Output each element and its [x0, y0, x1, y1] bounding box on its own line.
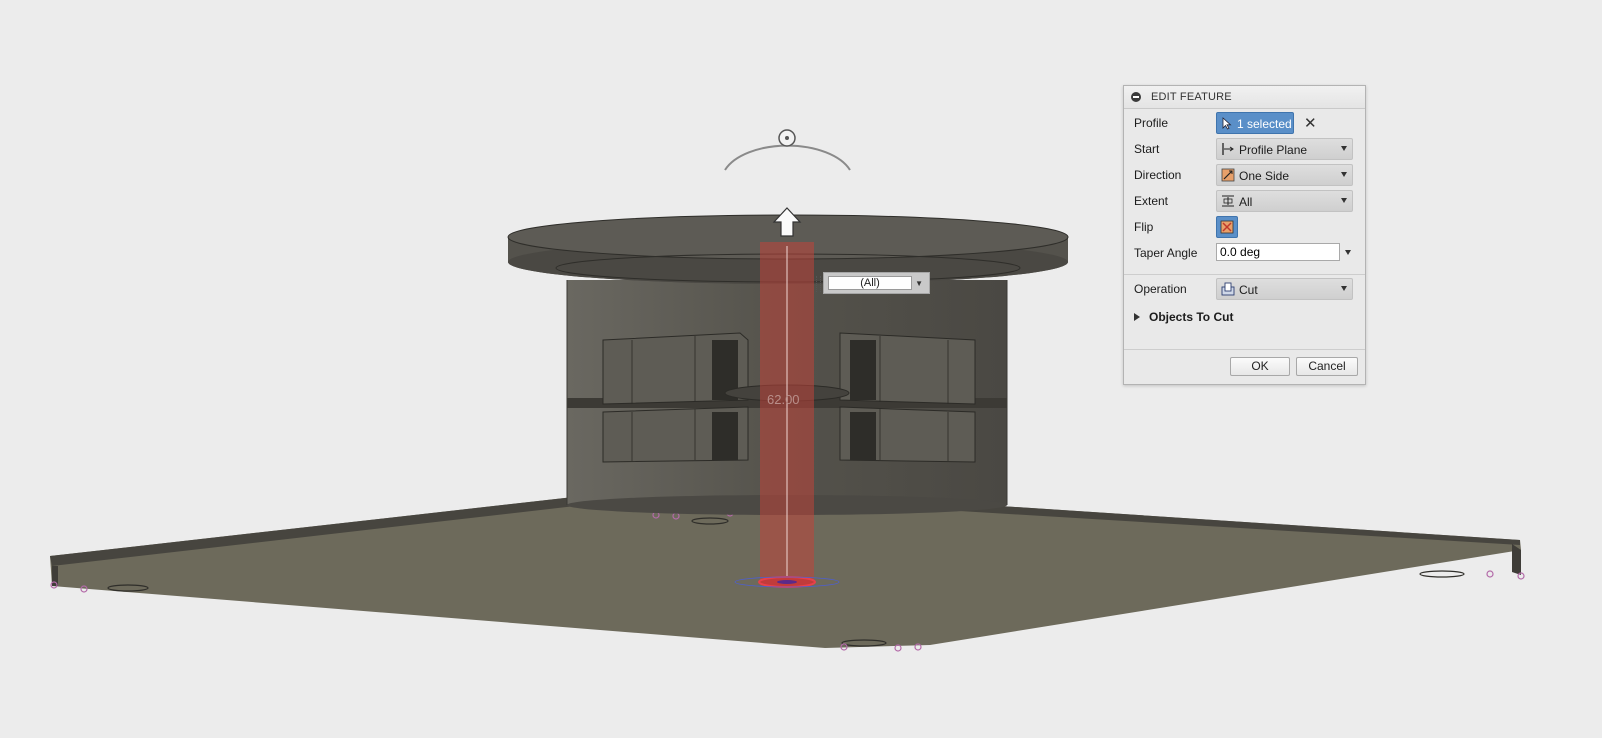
extent-mini-value: (All): [828, 276, 912, 290]
start-dropdown[interactable]: Profile Plane: [1216, 138, 1353, 160]
chevron-down-icon: [1341, 172, 1347, 177]
cursor-arrow-icon: [1222, 117, 1232, 130]
chevron-down-icon[interactable]: [1345, 250, 1351, 255]
flip-toggle-button[interactable]: [1216, 216, 1238, 238]
direction-row: Direction One Side: [1134, 164, 1359, 186]
ok-button[interactable]: OK: [1230, 357, 1290, 376]
chevron-down-icon: [1341, 146, 1347, 151]
taper-row: Taper Angle: [1134, 242, 1359, 264]
extent-dropdown[interactable]: All: [1216, 190, 1353, 212]
drag-handle[interactable]: [816, 276, 821, 292]
chevron-down-icon: [1341, 198, 1347, 203]
operation-row: Operation Cut: [1134, 278, 1359, 300]
expand-triangle-icon: [1134, 313, 1140, 321]
start-value: Profile Plane: [1239, 143, 1308, 157]
dialog-header[interactable]: EDIT FEATURE: [1124, 86, 1365, 109]
collapse-icon[interactable]: [1131, 92, 1141, 102]
extent-value: All: [1239, 195, 1253, 209]
direction-value: One Side: [1239, 169, 1290, 183]
profile-value: 1 selected: [1237, 117, 1292, 131]
chevron-down-icon: [1341, 286, 1347, 291]
flip-icon: [1220, 220, 1234, 234]
profile-selection-button[interactable]: 1 selected: [1216, 112, 1294, 134]
distance-dimension-label[interactable]: 62.00: [767, 392, 800, 407]
flip-label: Flip: [1134, 220, 1154, 234]
flip-row: Flip: [1134, 216, 1359, 238]
chevron-down-icon: ▼: [915, 279, 923, 288]
cancel-button[interactable]: Cancel: [1296, 357, 1358, 376]
extent-mini-dropdown[interactable]: (All) ▼: [816, 272, 930, 294]
close-icon[interactable]: ✕: [1304, 114, 1317, 132]
objects-to-cut-label: Objects To Cut: [1149, 310, 1234, 324]
taper-angle-input[interactable]: [1216, 243, 1340, 261]
dialog-title: EDIT FEATURE: [1151, 91, 1232, 103]
operation-dropdown[interactable]: Cut: [1216, 278, 1353, 300]
direction-dropdown[interactable]: One Side: [1216, 164, 1353, 186]
start-label: Start: [1134, 142, 1160, 156]
operation-label: Operation: [1134, 282, 1187, 296]
one-side-icon: [1221, 168, 1235, 182]
divider: [1124, 274, 1365, 275]
extent-all-icon: [1222, 195, 1234, 207]
cut-icon: [1221, 282, 1235, 296]
extent-row: Extent All: [1134, 190, 1359, 212]
taper-angle-label: Taper Angle: [1134, 246, 1198, 260]
operation-value: Cut: [1239, 283, 1258, 297]
profile-label: Profile: [1134, 116, 1169, 130]
profile-plane-icon: [1222, 143, 1234, 155]
divider: [1124, 349, 1365, 350]
profile-row: Profile 1 selected ✕: [1134, 112, 1359, 134]
start-row: Start Profile Plane: [1134, 138, 1359, 160]
edit-feature-dialog: EDIT FEATURE Profile 1 selected ✕ Start …: [1123, 85, 1366, 385]
direction-label: Direction: [1134, 168, 1182, 182]
extent-label: Extent: [1134, 194, 1169, 208]
